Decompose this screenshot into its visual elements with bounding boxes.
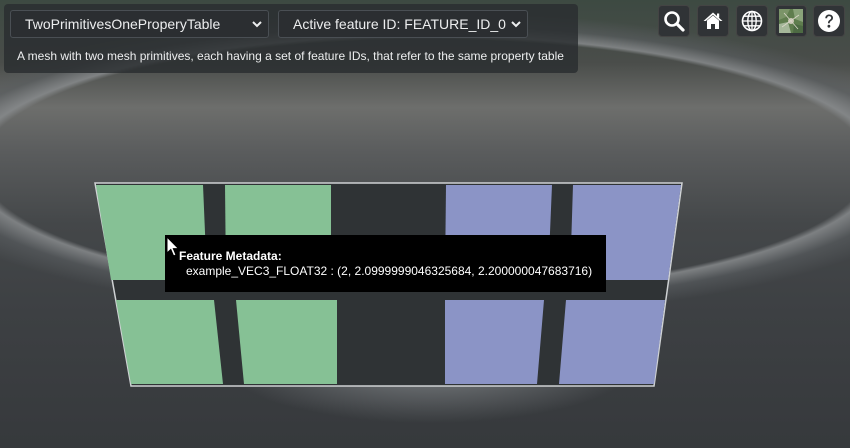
- model-description: A mesh with two mesh primitives, each ha…: [17, 49, 564, 63]
- feature-metadata-tooltip: Feature Metadata: example_VEC3_FLOAT32 :…: [165, 235, 606, 292]
- chevron-down-icon: [511, 21, 521, 28]
- mesh-quad-green-bottom-left: [116, 300, 223, 384]
- base-layer-picker-button[interactable]: [775, 5, 807, 37]
- mesh-quad-blue-bottom-left: [445, 300, 544, 384]
- home-icon: [703, 12, 723, 29]
- tooltip-title: Feature Metadata:: [179, 249, 282, 263]
- scene-mode-button[interactable]: [736, 5, 768, 37]
- help-icon: [818, 10, 840, 32]
- navigation-help-button[interactable]: [813, 5, 845, 37]
- chevron-down-icon: [252, 21, 262, 28]
- feature-id-select-value: Active feature ID: FEATURE_ID_0: [293, 16, 506, 32]
- tooltip-property-line: example_VEC3_FLOAT32 : (2, 2.09999990463…: [186, 264, 593, 278]
- model-select-value: TwoPrimitivesOneProperyTable: [25, 16, 221, 32]
- globe-icon: [741, 10, 763, 32]
- mouse-cursor-icon: [166, 236, 180, 257]
- imagery-thumbnail: [779, 9, 803, 33]
- model-select[interactable]: TwoPrimitivesOneProperyTable: [10, 10, 269, 38]
- mesh-quad-green-bottom-right: [236, 300, 337, 384]
- search-icon: [664, 11, 685, 32]
- geocoder-search-button[interactable]: [658, 5, 690, 37]
- home-button[interactable]: [697, 5, 729, 37]
- feature-id-select[interactable]: Active feature ID: FEATURE_ID_0: [278, 10, 528, 38]
- mesh-quad-blue-bottom-right: [559, 300, 665, 384]
